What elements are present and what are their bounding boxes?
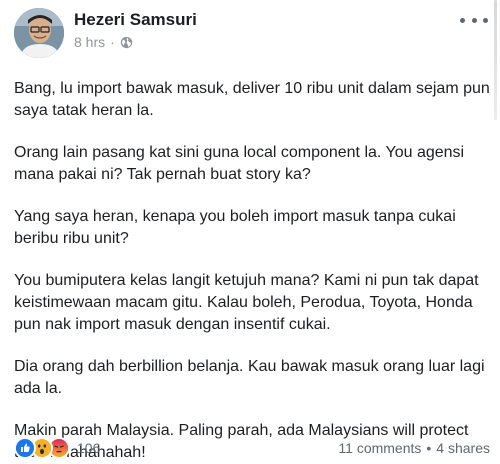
stats-separator: • <box>426 440 432 456</box>
reactions-summary[interactable]: 106 <box>14 437 100 459</box>
post-footer: 106 11 comments • 4 shares <box>14 437 490 459</box>
post-paragraph: Dia orang dah berbillion belanja. Kau ba… <box>14 358 485 397</box>
like-icon <box>14 437 36 459</box>
engagement-stats: 11 comments • 4 shares <box>338 440 490 456</box>
scrollbar[interactable] <box>494 0 497 120</box>
post-paragraph: Bang, lu import bawak masuk, deliver 10 … <box>14 80 490 119</box>
reaction-count[interactable]: 106 <box>77 440 100 456</box>
globe-icon[interactable] <box>120 36 133 49</box>
more-options-icon[interactable] <box>460 12 488 28</box>
post-paragraph: You bumiputera kelas langit ketujuh mana… <box>14 272 479 333</box>
post-paragraph: Yang saya heran, kenapa you boleh import… <box>14 208 456 247</box>
post-paragraph: Orang lain pasang kat sini guna local co… <box>14 144 465 183</box>
shares-count[interactable]: 4 shares <box>436 440 490 456</box>
post-header: Hezeri Samsuri 8 hrs · <box>14 6 490 60</box>
author-avatar[interactable] <box>14 8 64 58</box>
comments-count[interactable]: 11 comments <box>338 440 421 456</box>
post-body: Bang, lu import bawak masuk, deliver 10 … <box>14 78 490 464</box>
post-time[interactable]: 8 hrs <box>74 34 105 50</box>
facebook-post: Hezeri Samsuri 8 hrs · Bang, lu import b… <box>0 0 500 464</box>
author-name[interactable]: Hezeri Samsuri <box>74 10 197 30</box>
post-meta: 8 hrs · <box>74 34 133 50</box>
meta-separator: · <box>110 34 115 50</box>
